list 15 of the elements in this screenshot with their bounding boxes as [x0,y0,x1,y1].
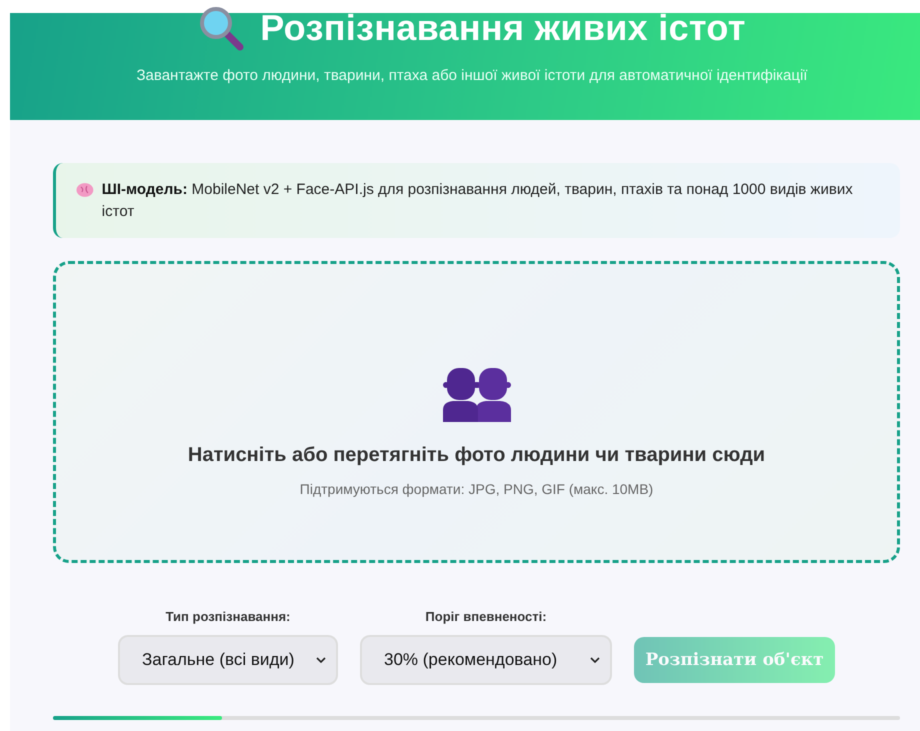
page-title: Розпізнавання живих істот [260,7,746,49]
upload-dropzone[interactable]: Натисніть або перетягніть фото людини чи тварини сюди Підтримуються формати: JPG, PNG, GIF (макс. 10MB) [53,261,900,563]
upload-hint: Підтримуються формати: JPG, PNG, GIF (макс. 10MB) [300,480,654,496]
select-label: Тип розпізнавання: [166,609,290,624]
model-info-text: ШІ-модель: MobileNet v2 + Face-API.js для розпізнавання людей, тварин, птахів та понад 1000 видів живих істот [102,180,854,222]
chevron-down-icon [316,657,326,663]
page-subtitle: Завантажте фото людини, тварини, птаха або іншої живої істоти для автоматичної ідентифікації [136,67,808,84]
dropdown-select[interactable]: Загальне (всі види) [118,635,338,685]
upload-title: Натисніть або перетягніть фото людини чи тварини сюди [188,444,766,466]
magnifier-icon [198,5,244,51]
brain-icon [76,182,94,198]
dropdown-select[interactable]: 30% (рекомендовано) [360,635,612,685]
people-icon [442,368,512,422]
chevron-down-icon [590,657,600,663]
select-label: Поріг впевненості: [425,609,547,624]
